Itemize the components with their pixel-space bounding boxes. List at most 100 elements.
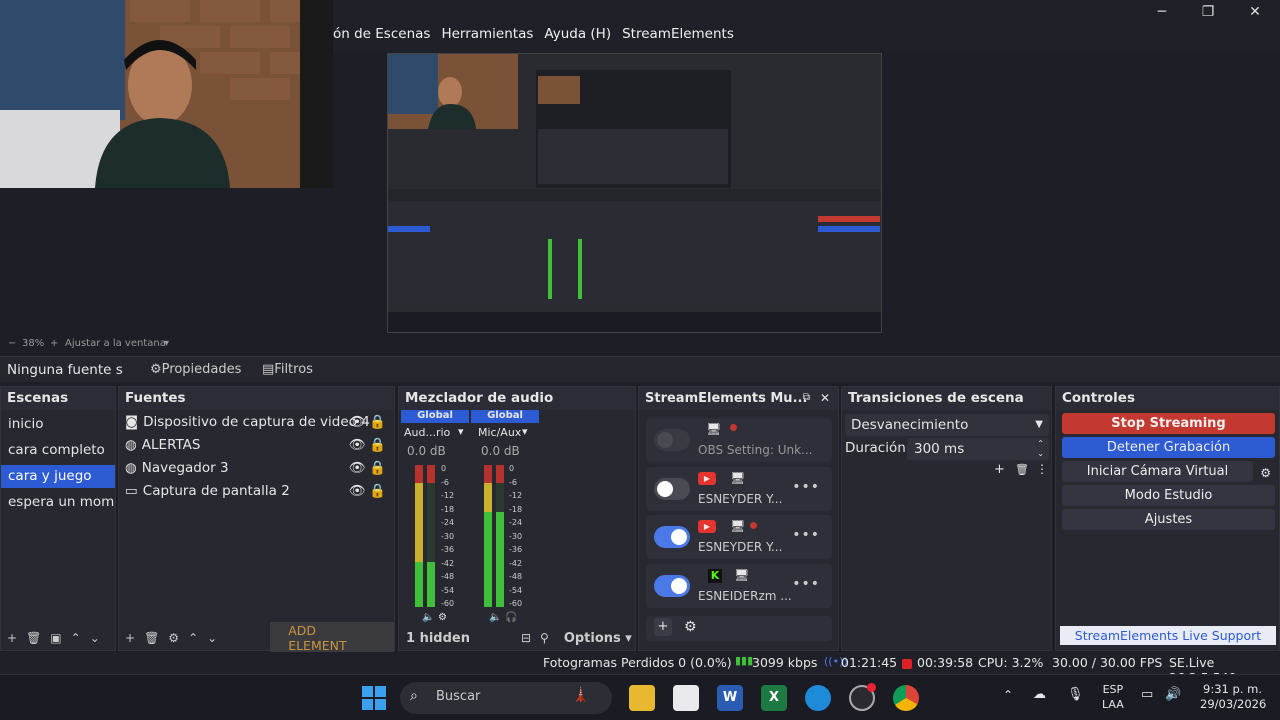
- stream-toggle[interactable]: [654, 429, 690, 451]
- fit-window-label[interactable]: Ajustar a la ventana: [65, 338, 166, 349]
- source-item[interactable]: ◍ Navegador 3 👁 🔒: [119, 456, 394, 479]
- source-item[interactable]: ▭ Captura de pantalla 2 👁 🔒: [119, 479, 394, 502]
- close-icon[interactable]: ✕: [820, 391, 830, 405]
- se-stream-row[interactable]: ▶ 🖥 ESNEYDER Y... •••: [646, 467, 832, 511]
- stream-time: 01:21:45: [841, 655, 898, 670]
- stepper-icon[interactable]: ⌃ ⌄: [1037, 439, 1044, 459]
- trash-icon[interactable]: 🗑: [144, 631, 159, 645]
- stream-toggle[interactable]: [654, 478, 690, 500]
- cloud-icon[interactable]: ☁: [1033, 687, 1046, 702]
- gear-icon[interactable]: ⚙: [168, 631, 179, 645]
- duration-input[interactable]: 300 ms ⌃ ⌄: [907, 438, 1049, 460]
- zoom-out-icon[interactable]: −: [8, 338, 16, 349]
- eye-icon[interactable]: 👁: [349, 483, 366, 499]
- eye-icon[interactable]: 👁: [349, 414, 366, 430]
- chevron-down-icon[interactable]: ▾: [522, 425, 528, 438]
- virtual-camera-button[interactable]: Iniciar Cámara Virtual: [1062, 461, 1253, 482]
- volume-meter[interactable]: [415, 465, 423, 607]
- taskbar: ⌕ Buscar 🗼 W X ⌃ ☁ 🎙 ESP LAA ▭ 🔊 9:31 p. …: [0, 674, 1280, 720]
- trash-icon[interactable]: 🗑: [1015, 463, 1029, 476]
- gear-icon[interactable]: ⚙: [1260, 466, 1271, 480]
- add-icon[interactable]: +: [7, 631, 17, 645]
- stream-toggle[interactable]: [654, 575, 690, 597]
- scene-item[interactable]: espera un mome: [1, 491, 115, 514]
- microphone-icon[interactable]: 🎙: [1067, 687, 1084, 702]
- lock-icon[interactable]: 🔒: [369, 414, 386, 430]
- scene-item-selected[interactable]: cara y juego: [1, 465, 115, 488]
- gear-icon[interactable]: ⚙: [438, 612, 447, 623]
- volume-meter[interactable]: [484, 465, 492, 607]
- hidden-count[interactable]: 1 hidden: [406, 631, 470, 646]
- filters-button[interactable]: ▤Filtros: [262, 362, 313, 377]
- volume-meter[interactable]: [427, 465, 435, 607]
- filter-icon[interactable]: ▣: [50, 631, 61, 645]
- eye-icon[interactable]: 👁: [349, 437, 366, 453]
- chrome-icon[interactable]: [893, 685, 919, 711]
- live-support-button[interactable]: StreamElements Live Support: [1060, 626, 1276, 645]
- network-icon[interactable]: ▭: [1141, 687, 1153, 702]
- lock-icon[interactable]: 🔒: [369, 483, 386, 499]
- trash-icon[interactable]: 🗑: [26, 631, 41, 645]
- menu-streamelements[interactable]: StreamElements: [622, 26, 734, 42]
- chevron-down-icon[interactable]: ▾: [164, 338, 169, 349]
- move-up-icon[interactable]: ⌃: [188, 631, 198, 645]
- move-down-icon[interactable]: ⌄: [207, 631, 217, 645]
- float-icon[interactable]: ⧉: [803, 392, 810, 403]
- menu-tools[interactable]: Herramientas: [441, 26, 533, 42]
- more-icon[interactable]: •••: [792, 479, 820, 495]
- windows-start-icon[interactable]: [361, 685, 387, 711]
- chevron-down-icon[interactable]: ▾: [458, 425, 464, 438]
- lock-icon[interactable]: 🔒: [369, 437, 386, 453]
- edge-icon[interactable]: [805, 685, 831, 711]
- se-stream-row[interactable]: ▶ 🖥 ESNEYDER Y... •••: [646, 515, 832, 559]
- se-stream-row[interactable]: 🖥 OBS Setting: Unk...: [646, 418, 832, 462]
- move-up-icon[interactable]: ⌃: [71, 631, 81, 645]
- excel-icon[interactable]: X: [761, 685, 787, 711]
- chevron-up-icon[interactable]: ⌃: [1003, 688, 1013, 702]
- close-button[interactable]: ✕: [1241, 4, 1269, 20]
- language-indicator[interactable]: ESP LAA: [1102, 682, 1124, 712]
- settings-button[interactable]: Ajustes: [1062, 509, 1275, 530]
- eye-icon[interactable]: 👁: [349, 460, 366, 476]
- link-icon[interactable]: ⚲: [540, 631, 549, 645]
- zoom-in-icon[interactable]: +: [50, 338, 58, 349]
- scene-item[interactable]: cara completo: [1, 439, 115, 462]
- scene-item[interactable]: inicio: [1, 413, 115, 436]
- add-element-button[interactable]: ADD ELEMENT: [270, 622, 394, 654]
- properties-button[interactable]: ⚙Propiedades: [150, 362, 241, 377]
- add-icon[interactable]: +: [654, 618, 672, 636]
- stream-toggle[interactable]: [654, 526, 690, 548]
- search-box[interactable]: ⌕ Buscar 🗼: [400, 682, 612, 714]
- word-icon[interactable]: W: [717, 685, 743, 711]
- clock[interactable]: 9:31 p. m. 29/03/2026: [1200, 682, 1266, 712]
- more-icon[interactable]: •••: [792, 527, 820, 543]
- headphones-icon[interactable]: 🎧: [505, 612, 517, 623]
- minimize-button[interactable]: ─: [1148, 4, 1176, 20]
- source-item[interactable]: ◙ Dispositivo de captura de video 4 👁 🔒: [119, 410, 394, 433]
- speaker-icon[interactable]: 🔈: [489, 612, 501, 623]
- microsoft-store-icon[interactable]: [673, 685, 699, 711]
- file-explorer-icon[interactable]: [629, 685, 655, 711]
- add-icon[interactable]: +: [994, 462, 1005, 477]
- menu-help[interactable]: Ayuda (H): [544, 26, 611, 42]
- stop-streaming-button[interactable]: Stop Streaming: [1062, 413, 1275, 434]
- transition-select[interactable]: Desvanecimiento ▼: [845, 414, 1049, 436]
- speaker-icon[interactable]: 🔈: [422, 612, 434, 623]
- program-preview[interactable]: [387, 53, 882, 333]
- volume-meter[interactable]: [496, 465, 504, 607]
- stop-recording-button[interactable]: Detener Grabación: [1062, 437, 1275, 458]
- more-icon[interactable]: •••: [792, 576, 820, 592]
- move-down-icon[interactable]: ⌄: [90, 631, 100, 645]
- menu-scene-collection[interactable]: ón de Escenas: [333, 26, 430, 42]
- more-icon[interactable]: ⋮: [1036, 462, 1048, 476]
- studio-mode-button[interactable]: Modo Estudio: [1062, 485, 1275, 506]
- source-item[interactable]: ◍ ALERTAS 👁 🔒: [119, 433, 394, 456]
- lock-icon[interactable]: 🔒: [369, 460, 386, 476]
- add-icon[interactable]: +: [125, 631, 135, 645]
- maximize-button[interactable]: ❐: [1194, 4, 1222, 20]
- collapse-icon[interactable]: ⊟: [521, 631, 531, 645]
- volume-icon[interactable]: 🔊: [1165, 687, 1181, 702]
- se-stream-row[interactable]: K 🖥 ESNEIDERzm ... •••: [646, 564, 832, 608]
- gear-icon[interactable]: ⚙: [684, 619, 697, 635]
- options-button[interactable]: Options ▾: [564, 631, 632, 646]
